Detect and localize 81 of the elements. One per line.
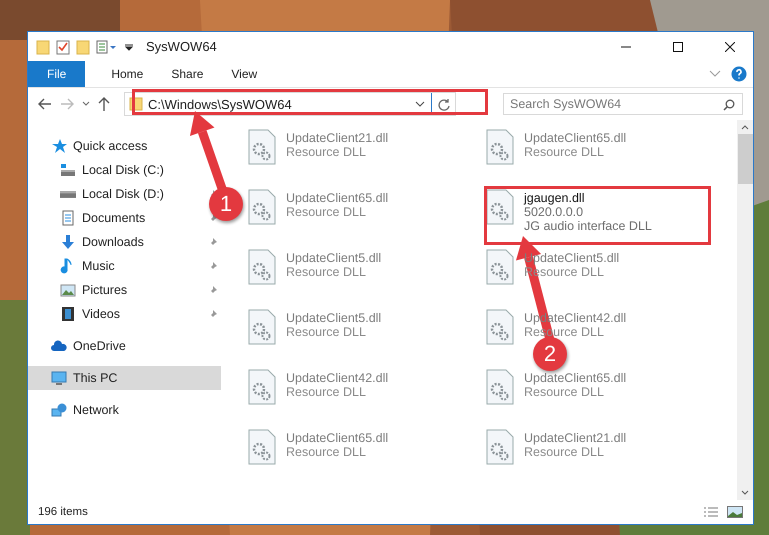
- window-title: SysWOW64: [146, 39, 218, 54]
- dll-file-icon: [248, 369, 276, 405]
- dll-file-icon: [248, 309, 276, 345]
- file-detail: JG audio interface DLL: [524, 219, 652, 233]
- folder-icon: [36, 38, 50, 54]
- drive-icon: [60, 162, 76, 178]
- file-detail: Resource DLL: [286, 445, 366, 459]
- dll-file-icon: [248, 429, 276, 465]
- dll-file-icon: [486, 429, 514, 465]
- scroll-down-icon[interactable]: [741, 490, 749, 496]
- tiles-view-icon[interactable]: [727, 506, 743, 518]
- file-name[interactable]: UpdateClient65.dll: [286, 191, 388, 205]
- network-icon: [51, 402, 67, 418]
- dll-file-icon: [486, 129, 514, 165]
- close-icon: [725, 42, 735, 52]
- up-icon[interactable]: [98, 97, 110, 111]
- star-icon: [51, 138, 67, 154]
- dll-file-icon: [486, 369, 514, 405]
- file-name[interactable]: UpdateClient5.dll: [286, 251, 382, 265]
- search-field[interactable]: Search SysWOW64: [503, 93, 743, 115]
- sidebar-item[interactable]: Local Disk (C:): [82, 163, 164, 177]
- cloud-icon: [51, 338, 67, 354]
- sidebar-item[interactable]: Downloads: [82, 235, 144, 249]
- dropdown-icon[interactable]: [124, 42, 134, 52]
- file-detail: Resource DLL: [524, 145, 604, 159]
- download-icon: [60, 234, 76, 250]
- file-tab[interactable]: File: [28, 61, 86, 87]
- sidebar-item[interactable]: OneDrive: [73, 339, 126, 353]
- file-name[interactable]: UpdateClient65.dll: [524, 371, 626, 385]
- sidebar-item[interactable]: Local Disk (D:): [82, 187, 164, 201]
- sidebar-item[interactable]: Videos: [82, 307, 120, 321]
- file-name[interactable]: UpdateClient42.dll: [286, 371, 388, 385]
- file-name[interactable]: UpdateClient5.dll: [286, 311, 382, 325]
- film-icon: [60, 306, 76, 322]
- file-detail: 5020.0.0.0: [524, 205, 584, 219]
- dll-file-icon: [486, 309, 514, 345]
- file-detail: Resource DLL: [286, 265, 366, 279]
- dll-file-icon: [486, 189, 514, 225]
- file-detail: Resource DLL: [286, 325, 366, 339]
- help-icon[interactable]: [731, 66, 747, 82]
- document-icon: [60, 210, 76, 226]
- ribbon-tab[interactable]: Share: [157, 61, 218, 87]
- sidebar-item[interactable]: This PC: [28, 366, 221, 390]
- back-icon[interactable]: [38, 98, 52, 110]
- drive-icon: [60, 190, 76, 198]
- sidebar-item[interactable]: Documents: [82, 211, 146, 225]
- refresh-icon[interactable]: [437, 98, 450, 110]
- properties-icon[interactable]: [96, 38, 118, 54]
- file-name[interactable]: UpdateClient65.dll: [524, 131, 626, 145]
- sidebar-item[interactable]: Music: [82, 259, 115, 273]
- scroll-up-icon[interactable]: [741, 124, 749, 130]
- recent-icon[interactable]: [82, 101, 90, 107]
- computer-icon: [51, 370, 67, 386]
- dll-file-icon: [248, 129, 276, 165]
- scroll-thumb[interactable]: [738, 134, 752, 184]
- maximize-icon: [673, 42, 683, 52]
- file-detail: Resource DLL: [286, 385, 366, 399]
- ribbon-tab[interactable]: Home: [97, 61, 158, 87]
- file-name[interactable]: jgaugen.dll: [524, 191, 584, 205]
- details-view-icon[interactable]: [703, 506, 719, 518]
- file-detail: Resource DLL: [286, 205, 366, 219]
- item-count: 196 items: [38, 506, 88, 518]
- picture-icon: [60, 282, 76, 298]
- file-name[interactable]: UpdateClient21.dll: [286, 131, 388, 145]
- dll-file-icon: [486, 249, 514, 285]
- chevron-icon[interactable]: [709, 70, 721, 78]
- ribbon-tab[interactable]: View: [217, 61, 272, 87]
- dll-file-icon: [248, 189, 276, 225]
- file-detail: Resource DLL: [524, 445, 604, 459]
- file-detail: Resource DLL: [286, 145, 366, 159]
- file-detail: Resource DLL: [524, 385, 604, 399]
- sidebar-item[interactable]: Network: [73, 403, 119, 417]
- dll-file-icon: [248, 249, 276, 285]
- sidebar-item[interactable]: Pictures: [82, 283, 128, 297]
- checklist-icon[interactable]: [56, 38, 70, 54]
- dropdown-icon[interactable]: [415, 101, 425, 107]
- search-icon: [723, 99, 735, 111]
- file-name[interactable]: UpdateClient21.dll: [524, 431, 626, 445]
- scrollbar[interactable]: [737, 120, 753, 500]
- sidebar-item[interactable]: Quick access: [73, 139, 148, 153]
- file-name[interactable]: UpdateClient65.dll: [286, 431, 388, 445]
